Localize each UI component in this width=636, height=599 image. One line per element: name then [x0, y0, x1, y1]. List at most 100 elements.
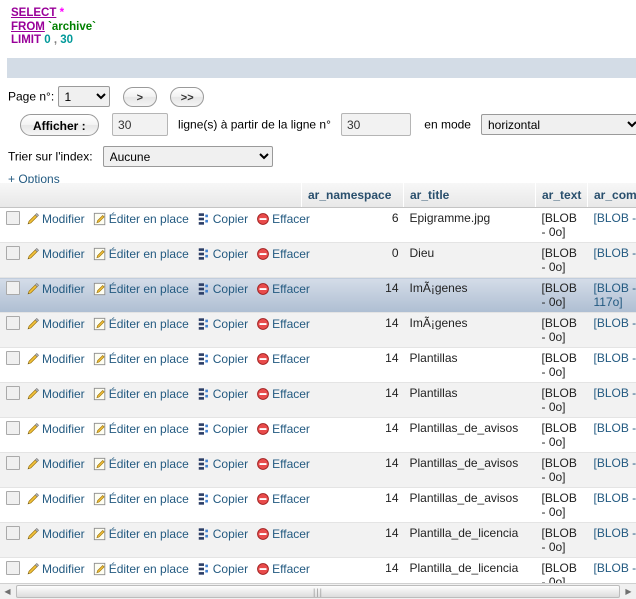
delete-row-link[interactable]: Effacer [256, 247, 310, 261]
inline-edit-row-link[interactable]: Éditer en place [93, 387, 189, 401]
copy-row-link[interactable]: Copier [197, 352, 248, 366]
edit-row-link[interactable]: Modifier [26, 282, 85, 296]
table-row[interactable]: Modifier Éditer en place Copier Effacer 14 Pl… [0, 417, 636, 453]
edit-row-link[interactable]: Modifier [26, 457, 85, 471]
inline-edit-row-link[interactable]: Éditer en place [93, 212, 189, 226]
row-select-checkbox[interactable] [6, 281, 20, 295]
inline-edit-row-link[interactable]: Éditer en place [93, 352, 189, 366]
blob-comment-link[interactable]: [BLOB - 13o] [594, 211, 636, 225]
delete-row-link[interactable]: Effacer [256, 317, 310, 331]
blob-comment-link[interactable]: [BLOB - 5o] [594, 561, 636, 575]
table-row[interactable]: Modifier Éditer en place Copier Effacer 14 Pl… [0, 382, 636, 418]
inline-edit-row-link[interactable]: Éditer en place [93, 527, 189, 541]
edit-row-link[interactable]: Modifier [26, 212, 85, 226]
row-select-checkbox[interactable] [6, 491, 20, 505]
table-row[interactable]: Modifier Éditer en place Copier Effacer 14 Pl… [0, 557, 636, 583]
scroll-left-arrow-icon[interactable]: ◀ [0, 584, 15, 599]
blob-comment-link[interactable]: [BLOB - 40o] [594, 421, 636, 435]
start-row-input[interactable] [340, 113, 411, 136]
copy-row-link[interactable]: Copier [197, 247, 248, 261]
row-select-checkbox[interactable] [6, 246, 20, 260]
delete-row-link[interactable]: Effacer [256, 352, 310, 366]
delete-glyph [257, 563, 269, 575]
inline-edit-row-link[interactable]: Éditer en place [93, 422, 189, 436]
blob-comment-link[interactable]: [BLOB - 5o] [594, 456, 636, 470]
row-select-checkbox[interactable] [6, 421, 20, 435]
delete-row-link[interactable]: Effacer [256, 422, 310, 436]
column-header-ar-text[interactable]: ar_text [535, 183, 588, 208]
table-row[interactable]: Modifier Éditer en place Copier Effacer 14 Im… [0, 312, 636, 348]
delete-row-link[interactable]: Effacer [256, 527, 310, 541]
edit-row-link[interactable]: Modifier [26, 387, 85, 401]
sql-query-footer-bar [7, 58, 636, 78]
blob-comment-link[interactable]: [BLOB - 37o] [594, 246, 636, 260]
inline-edit-row-link[interactable]: Éditer en place [93, 492, 189, 506]
copy-row-link[interactable]: Copier [197, 282, 248, 296]
delete-row-link[interactable]: Effacer [256, 562, 310, 576]
sql-limit-separator: , [53, 34, 58, 46]
column-header-ar-title[interactable]: ar_title [403, 183, 536, 208]
copy-row-link[interactable]: Copier [197, 527, 248, 541]
scrollbar-thumb[interactable]: ||| [16, 585, 620, 598]
column-header-ar-comment[interactable]: ar_comment [587, 183, 636, 208]
last-page-button[interactable]: >> [170, 86, 205, 107]
blob-comment-link[interactable]: [BLOB - 16o] [594, 386, 636, 400]
table-row[interactable]: Modifier Éditer en place Copier Effacer 14 Pl… [0, 347, 636, 383]
copy-row-link[interactable]: Copier [197, 422, 248, 436]
blob-comment-link[interactable]: [BLOB - 18o] [594, 491, 636, 505]
edit-row-link[interactable]: Modifier [26, 352, 85, 366]
table-row[interactable]: Modifier Éditer en place Copier Effacer 14 Im… [0, 277, 636, 313]
table-row[interactable]: Modifier Éditer en place Copier Effacer 0 Die… [0, 242, 636, 278]
copy-row-link[interactable]: Copier [197, 457, 248, 471]
rows-count-input[interactable] [112, 113, 169, 136]
scroll-right-arrow-icon[interactable]: ▶ [621, 584, 636, 599]
next-page-button[interactable]: > [122, 86, 157, 107]
horizontal-scrollbar[interactable]: ◀ ||| ▶ [0, 583, 636, 599]
column-header-ar-namespace[interactable]: ar_namespace [301, 183, 404, 208]
copy-row-link[interactable]: Copier [197, 492, 248, 506]
row-select-checkbox[interactable] [6, 456, 20, 470]
edit-row-link[interactable]: Modifier [26, 527, 85, 541]
blob-comment-link[interactable]: [BLOB - 117o] [594, 281, 636, 309]
inline-edit-row-link[interactable]: Éditer en place [93, 562, 189, 576]
edit-row-link[interactable]: Modifier [26, 317, 85, 331]
blob-comment-link[interactable]: [BLOB - 37o] [594, 351, 636, 365]
copy-row-link[interactable]: Copier [197, 212, 248, 226]
edit-row-link[interactable]: Modifier [26, 492, 85, 506]
page-number-select[interactable]: 1 [57, 86, 110, 107]
delete-row-link[interactable]: Effacer [256, 282, 310, 296]
table-row[interactable]: Modifier Éditer en place Copier Effacer 14 Pl… [0, 522, 636, 558]
row-select-checkbox[interactable] [6, 386, 20, 400]
edit-row-link[interactable]: Modifier [26, 422, 85, 436]
copy-row-link[interactable]: Copier [197, 387, 248, 401]
table-row[interactable]: Modifier Éditer en place Copier Effacer 14 Pl… [0, 487, 636, 523]
copy-row-link[interactable]: Copier [197, 562, 248, 576]
cell-ar-title: Plantillas_de_avisos [403, 487, 536, 523]
display-mode-select[interactable]: horizontal [481, 114, 636, 135]
results-table-container[interactable]: ar_namespace ar_title ar_text ar_comment… [0, 183, 636, 583]
row-select-checkbox[interactable] [6, 316, 20, 330]
delete-row-link[interactable]: Effacer [256, 492, 310, 506]
show-button[interactable]: Afficher : [20, 113, 99, 136]
inline-edit-row-link[interactable]: Éditer en place [93, 317, 189, 331]
delete-row-link[interactable]: Effacer [256, 457, 310, 471]
row-select-checkbox[interactable] [6, 561, 20, 575]
table-row[interactable]: Modifier Éditer en place Copier Effacer 6 Epi… [0, 207, 636, 243]
blob-comment-link[interactable]: [BLOB - 18o] [594, 316, 636, 330]
copy-row-link[interactable]: Copier [197, 317, 248, 331]
inline-edit-row-link[interactable]: Éditer en place [93, 457, 189, 471]
edit-row-link[interactable]: Modifier [26, 562, 85, 576]
sort-index-select[interactable]: Aucune [102, 146, 273, 167]
pencil-glyph [27, 492, 40, 505]
row-select-checkbox[interactable] [6, 351, 20, 365]
blob-comment-link[interactable]: [BLOB - 40o] [594, 526, 636, 540]
edit-row-link[interactable]: Modifier [26, 247, 85, 261]
delete-row-link[interactable]: Effacer [256, 387, 310, 401]
delete-row-link[interactable]: Effacer [256, 212, 310, 226]
cell-ar-text: [BLOB - 0o] [535, 417, 588, 453]
table-row[interactable]: Modifier Éditer en place Copier Effacer 14 Pl… [0, 452, 636, 488]
inline-edit-row-link[interactable]: Éditer en place [93, 247, 189, 261]
inline-edit-row-link[interactable]: Éditer en place [93, 282, 189, 296]
row-select-checkbox[interactable] [6, 526, 20, 540]
row-select-checkbox[interactable] [6, 211, 20, 225]
